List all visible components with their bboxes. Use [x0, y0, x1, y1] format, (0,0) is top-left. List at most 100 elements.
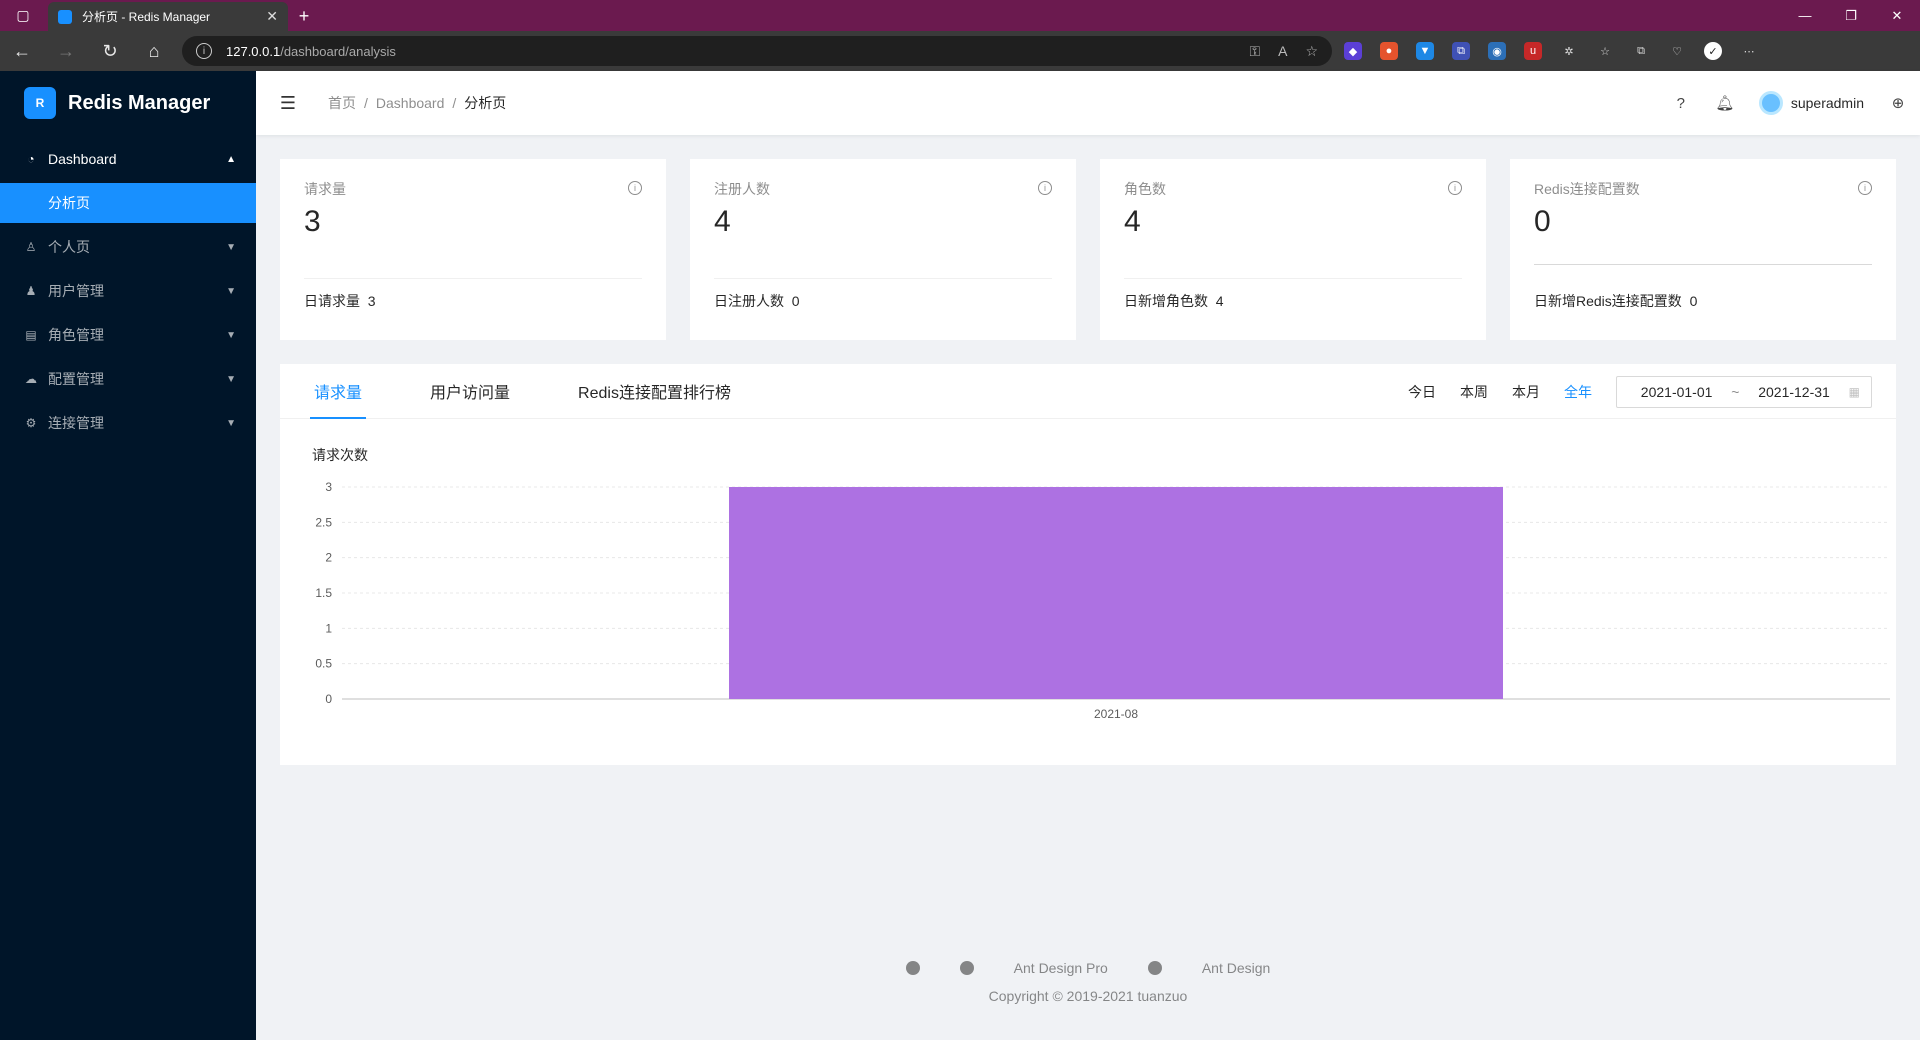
stat-title: 注册人数 [714, 181, 770, 197]
dashboard-submenu: 分析页 [0, 183, 256, 223]
github-icon[interactable] [905, 961, 920, 975]
tab-redis-ranking[interactable]: Redis连接配置排行榜 [576, 363, 733, 418]
y-tick-label: 1.5 [315, 586, 332, 600]
sidebar-item-dashboard[interactable]: ◔ Dashboard ▲ [0, 139, 256, 179]
extension-5-icon[interactable]: ◉ [1488, 42, 1506, 60]
date-start-input[interactable]: 2021-01-01 [1628, 384, 1725, 400]
info-circle-icon[interactable]: i [1038, 181, 1052, 195]
stat-footer-label: 日请求量 [304, 293, 360, 309]
breadcrumb-home[interactable]: 首页 [328, 93, 356, 113]
app-header: ☰ 首页 / Dashboard / 分析页 ? 🔔︎ superadmin ⊕ [256, 71, 1920, 135]
question-icon[interactable]: ? [1659, 71, 1703, 135]
sidebar-menu: ◔ Dashboard ▲ 分析页 ♙ 个人页 ▼ ♟ 用户管理 ▼ ▤ 角色管… [0, 139, 256, 443]
sidebar-item-config[interactable]: ☁ 配置管理 ▼ [0, 359, 256, 399]
profile-icon[interactable]: ✓ [1704, 42, 1722, 60]
stat-value: 0 [1534, 205, 1551, 238]
range-today[interactable]: 今日 [1408, 382, 1436, 402]
info-circle-icon[interactable]: i [1448, 181, 1462, 195]
sidebar-item-profile[interactable]: ♙ 个人页 ▼ [0, 227, 256, 267]
request-bar-chart: 0 0.5 1 1.5 2 2.5 3 2021-08 [315, 480, 1890, 721]
github-icon[interactable] [1147, 961, 1162, 975]
tab-close-icon[interactable]: ✕ [266, 8, 278, 25]
range-week[interactable]: 本周 [1460, 382, 1488, 402]
stat-footer: 日新增角色数 4 [1124, 278, 1462, 311]
sidebar-item-users[interactable]: ♟ 用户管理 ▼ [0, 271, 256, 311]
user-icon: ♙ [25, 240, 37, 254]
app-logo-text: Redis Manager [68, 91, 211, 114]
date-end-input[interactable]: 2021-12-31 [1745, 384, 1842, 400]
stat-title: 请求量 [304, 181, 346, 197]
home-icon[interactable]: ⌂ [132, 31, 176, 71]
sales-card: 请求量 用户访问量 Redis连接配置排行榜 今日 本周 本月 全年 2021-… [280, 364, 1896, 765]
new-tab-button[interactable]: + [288, 2, 320, 31]
extension-4-icon[interactable]: ⧉ [1452, 42, 1470, 60]
extension-2-icon[interactable]: ● [1380, 42, 1398, 60]
stat-card-roles: 角色数 i 4 日新增角色数 4 [1100, 159, 1486, 340]
site-info-icon[interactable]: i [196, 43, 212, 59]
browser-essentials-icon[interactable]: ♡ [1668, 42, 1686, 60]
extension-1-icon[interactable]: ◆ [1344, 42, 1362, 60]
stat-value: 3 [304, 205, 321, 238]
tab-favicon-icon [58, 9, 72, 24]
sales-tabs: 请求量 用户访问量 Redis连接配置排行榜 今日 本周 本月 全年 2021-… [280, 364, 1896, 419]
copyright: Copyright © 2019-2021 tuanzuo [988, 988, 1188, 1004]
breadcrumb-separator: / [364, 95, 368, 111]
stat-footer-value: 0 [1689, 293, 1698, 309]
user-menu[interactable]: superadmin [1747, 91, 1876, 115]
favorites-icon[interactable]: ☆ [1596, 42, 1614, 60]
menu-fold-icon[interactable]: ☰ [256, 71, 320, 135]
browser-tab[interactable]: 分析页 - Redis Manager ✕ [48, 2, 288, 31]
more-menu-icon[interactable]: ⋯ [1740, 42, 1758, 60]
breadcrumb-dashboard[interactable]: Dashboard [376, 95, 445, 111]
gear-icon: ⚙ [25, 416, 37, 430]
info-circle-icon[interactable]: i [1858, 181, 1872, 195]
read-aloud-icon[interactable]: A [1278, 43, 1287, 60]
key-icon[interactable]: ⚿ [1249, 43, 1260, 60]
footer-link-ant-design-pro[interactable]: Ant Design Pro [1014, 960, 1108, 976]
bar[interactable] [729, 487, 1503, 699]
window-menu-icon[interactable]: ▢ [0, 0, 46, 31]
ublock-icon[interactable]: u [1524, 42, 1542, 60]
extension-3-icon[interactable]: ▼ [1416, 42, 1434, 60]
range-month[interactable]: 本月 [1512, 382, 1540, 402]
restore-icon[interactable]: ❐ [1828, 0, 1874, 31]
chevron-up-icon: ▲ [226, 153, 236, 165]
globe-language-icon[interactable]: ⊕ [1876, 71, 1920, 135]
github-icon[interactable] [959, 961, 974, 975]
sidebar-item-roles[interactable]: ▤ 角色管理 ▼ [0, 315, 256, 355]
range-year[interactable]: 全年 [1564, 382, 1592, 402]
breadcrumb-separator: / [452, 95, 457, 111]
stat-card-requests: 请求量 i 3 日请求量 3 [280, 159, 666, 340]
tab-title: 分析页 - Redis Manager [82, 10, 211, 24]
collections-icon[interactable]: ⧉ [1632, 42, 1650, 60]
close-window-icon[interactable]: ✕ [1874, 0, 1920, 31]
url-host: 127.0.0.1 [226, 43, 281, 59]
stat-footer: 日注册人数 0 [714, 278, 1052, 311]
bell-icon[interactable]: 🔔︎ [1703, 71, 1747, 135]
address-bar[interactable]: i 127.0.0.1/dashboard/analysis ⚿ A ☆ [182, 36, 1332, 66]
sidebar-item-connections[interactable]: ⚙ 连接管理 ▼ [0, 403, 256, 443]
minimize-icon[interactable]: — [1782, 0, 1828, 31]
stat-footer-label: 日注册人数 [714, 293, 784, 309]
y-tick-label: 1 [325, 621, 332, 635]
sidebar-item-analysis[interactable]: 分析页 [0, 183, 256, 223]
refresh-icon[interactable]: ↻ [88, 31, 132, 71]
extensions-puzzle-icon[interactable]: ✲ [1560, 42, 1578, 60]
chevron-down-icon: ▼ [226, 329, 236, 341]
favorite-star-icon[interactable]: ☆ [1305, 43, 1318, 60]
stat-footer: 日请求量 3 [304, 278, 642, 311]
info-circle-icon[interactable]: i [628, 181, 642, 195]
browser-titlebar: ▢ 分析页 - Redis Manager ✕ + — ❐ ✕ [0, 0, 1920, 31]
stat-footer-value: 4 [1215, 293, 1224, 309]
browser-toolbar: ← → ↻ ⌂ i 127.0.0.1/dashboard/analysis ⚿… [0, 31, 1920, 71]
stat-card-registrations: 注册人数 i 4 日注册人数 0 [690, 159, 1076, 340]
back-icon[interactable]: ← [0, 31, 44, 71]
footer-link-ant-design[interactable]: Ant Design [1202, 960, 1270, 976]
breadcrumb: 首页 / Dashboard / 分析页 [328, 93, 506, 113]
date-range-picker[interactable]: 2021-01-01 ~ 2021-12-31 ▦ [1616, 376, 1872, 408]
app-logo[interactable]: R Redis Manager [0, 71, 256, 135]
forward-icon[interactable]: → [44, 31, 88, 71]
tab-user-visits[interactable]: 用户访问量 [428, 363, 512, 418]
y-tick-label: 2.5 [315, 515, 332, 529]
tab-requests[interactable]: 请求量 [309, 363, 367, 419]
